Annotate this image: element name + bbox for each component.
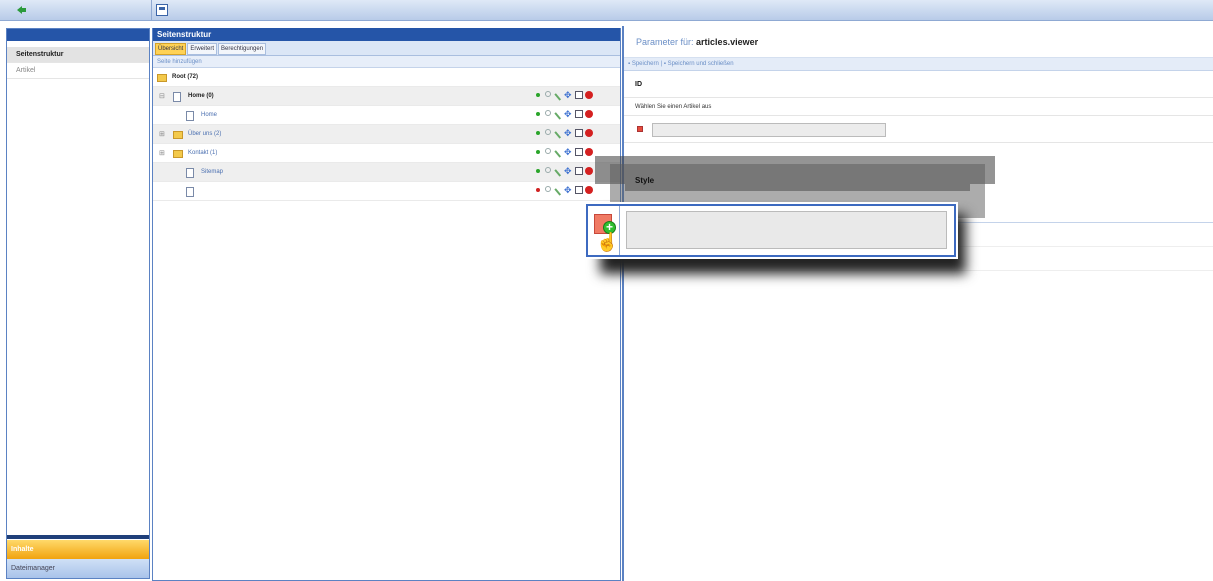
preview-icon[interactable] — [545, 148, 551, 154]
preview-icon[interactable] — [545, 91, 551, 97]
sidebar-item-artikel[interactable]: Artikel — [7, 63, 149, 79]
move-icon[interactable]: ✥ — [564, 91, 572, 100]
accordion-inhalte[interactable]: Inhalte — [7, 540, 149, 559]
delete-icon[interactable] — [585, 91, 593, 99]
preview-icon[interactable] — [545, 167, 551, 173]
save-close-label: Speichern und schließen — [667, 61, 734, 67]
status-dot-icon[interactable] — [536, 131, 540, 135]
panel-title: Seitenstruktur — [153, 28, 620, 41]
page-icon — [186, 187, 194, 197]
folder-icon — [173, 150, 183, 158]
tab-berechtigungen[interactable]: Berechtigungen — [218, 43, 267, 55]
style-section-header: Style — [625, 171, 970, 191]
delete-icon[interactable] — [585, 186, 593, 194]
folder-icon — [157, 74, 167, 82]
sidebar-header — [7, 29, 149, 41]
parameter-panel: Parameter für: articles.viewer ▪ Speiche… — [622, 26, 1213, 581]
status-dot-icon[interactable] — [536, 188, 540, 192]
delete-icon[interactable] — [585, 167, 593, 175]
page-icon — [186, 111, 194, 121]
article-input[interactable] — [652, 123, 886, 137]
status-dot-icon[interactable] — [536, 169, 540, 173]
expand-icon[interactable]: ⊞ — [159, 125, 165, 144]
tree-label[interactable]: Sitemap — [201, 163, 223, 182]
page-icon — [186, 168, 194, 178]
preview-icon[interactable] — [545, 129, 551, 135]
tree-row[interactable]: Root (72) — [153, 68, 620, 87]
tree-label[interactable]: Home — [201, 106, 217, 125]
copy-page-icon[interactable] — [575, 186, 583, 194]
delete-icon[interactable] — [585, 148, 593, 156]
hand-cursor-icon: ☝ — [596, 232, 619, 252]
page-icon — [173, 92, 181, 102]
sidebar-item-seitenstruktur[interactable]: Seitenstruktur — [7, 47, 149, 63]
move-icon[interactable]: ✥ — [564, 186, 572, 195]
save-icon: ▪ — [628, 61, 631, 67]
id-label: ID — [624, 71, 1213, 98]
save-button[interactable]: ▪ Speichern — [628, 61, 659, 67]
zoom-divider — [619, 206, 620, 255]
tree-row[interactable]: ✥ — [153, 182, 620, 201]
tree-label[interactable]: Kontakt (1) — [188, 144, 217, 163]
tree-row[interactable]: ⊞ Über uns (2) ✥ — [153, 125, 620, 144]
move-icon[interactable]: ✥ — [564, 148, 572, 157]
copy-page-icon[interactable] — [575, 167, 583, 175]
save-close-button[interactable]: ▪ Speichern und schließen — [664, 61, 734, 67]
select-article-prompt: Wählen Sie einen Artikel aus — [624, 98, 1213, 116]
collapse-icon[interactable]: ⊟ — [159, 87, 165, 106]
sidebar: Seitenstruktur Artikel Inhalte Dateimana… — [6, 28, 150, 579]
move-icon[interactable]: ✥ — [564, 110, 572, 119]
copy-page-icon[interactable] — [575, 148, 583, 156]
preview-icon[interactable] — [545, 186, 551, 192]
status-dot-icon[interactable] — [536, 112, 540, 116]
page-tree: Root (72) ⊟ Home (0) ✥ Home ✥ ⊞ Über uns (2) ✥ ⊞ K… — [153, 68, 620, 201]
parameter-title: Parameter für: articles.viewer — [624, 26, 1213, 58]
tree-row[interactable]: Sitemap ✥ — [153, 163, 620, 182]
move-icon[interactable]: ✥ — [564, 167, 572, 176]
preview-icon[interactable] — [545, 110, 551, 116]
folder-icon — [173, 131, 183, 139]
status-dot-icon[interactable] — [536, 150, 540, 154]
save-icon: ▪ — [663, 61, 666, 67]
accordion-dateimanager[interactable]: Dateimanager — [7, 559, 149, 578]
tree-label[interactable]: Root (72) — [172, 68, 198, 87]
tree-row[interactable]: ⊟ Home (0) ✥ — [153, 87, 620, 106]
tab-bar: Übersicht Erweitert Berechtigungen — [153, 41, 620, 56]
add-page-button[interactable]: Seite hinzufügen — [153, 56, 620, 68]
tree-label[interactable]: Home (0) — [188, 87, 214, 106]
copy-page-icon[interactable] — [575, 129, 583, 137]
status-dot-icon[interactable] — [536, 93, 540, 97]
article-picker-icon[interactable] — [637, 126, 643, 132]
copy-page-icon[interactable] — [575, 91, 583, 99]
top-toolbar — [0, 0, 1213, 21]
parameter-title-value: articles.viewer — [696, 37, 759, 47]
tree-row[interactable]: Home ✥ — [153, 106, 620, 125]
expand-icon[interactable]: ⊞ — [159, 144, 165, 163]
page-structure-panel: Seitenstruktur Übersicht Erweitert Berecht… — [152, 28, 621, 581]
parameter-title-prefix: Parameter für: — [636, 37, 694, 47]
parameter-toolbar: ▪ Speichern | ▪ Speichern und schließen — [624, 58, 1213, 71]
copy-page-icon[interactable] — [575, 110, 583, 118]
tab-uebersicht[interactable]: Übersicht — [155, 43, 187, 55]
delete-icon[interactable] — [585, 110, 593, 118]
article-field-row — [624, 116, 1213, 143]
article-input-zoomed[interactable] — [626, 211, 947, 249]
window-icon[interactable] — [156, 4, 168, 16]
zoom-callout: + ☝ — [586, 204, 956, 257]
sidebar-splitter[interactable] — [7, 535, 149, 539]
add-page-label: Seite hinzufügen — [157, 59, 202, 65]
move-icon[interactable]: ✥ — [564, 129, 572, 138]
back-arrow-icon[interactable] — [15, 4, 27, 16]
tree-row[interactable]: ⊞ Kontakt (1) ✥ — [153, 144, 620, 163]
tab-erweitert[interactable]: Erweitert — [187, 43, 218, 55]
tree-label[interactable]: Über uns (2) — [188, 125, 221, 144]
save-label: Speichern — [631, 61, 659, 67]
delete-icon[interactable] — [585, 129, 593, 137]
